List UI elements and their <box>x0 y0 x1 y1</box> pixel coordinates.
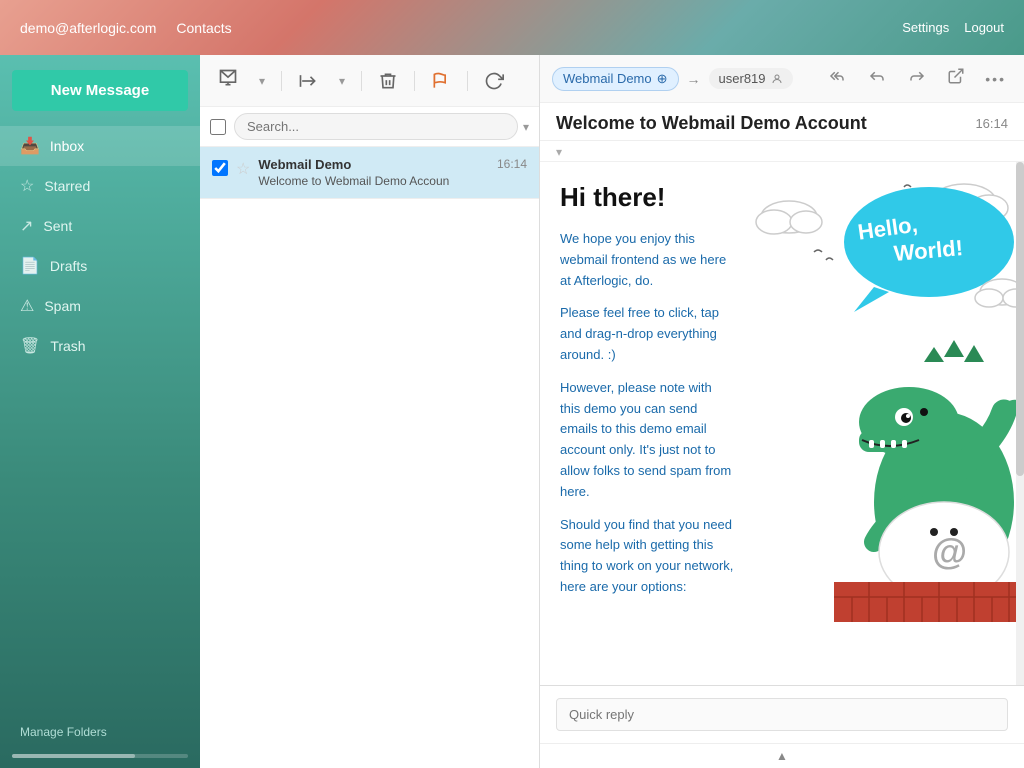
add-contact-icon[interactable]: ⊕ <box>657 71 668 87</box>
sidebar-item-trash[interactable]: 🗑 Trash <box>0 326 200 366</box>
expand-details-button[interactable]: ▾ <box>556 145 562 159</box>
open-external-button[interactable] <box>941 63 971 94</box>
drafts-label: Drafts <box>50 258 87 274</box>
toolbar-sep-1 <box>281 71 282 91</box>
manage-folders-link[interactable]: Manage Folders <box>0 710 200 754</box>
sidebar-item-sent[interactable]: ↗ Sent <box>0 206 200 246</box>
toolbar-sep-2 <box>361 71 362 91</box>
drafts-icon: 📄 <box>20 256 40 276</box>
viewer-time: 16:14 <box>975 116 1008 131</box>
sidebar-scrollbar-thumb <box>12 754 135 758</box>
trash-label: Trash <box>50 338 85 354</box>
inbox-icon: 📥 <box>20 136 40 156</box>
forward-button[interactable] <box>901 63 933 94</box>
trash-icon: 🗑 <box>20 336 40 356</box>
email-time: 16:14 <box>497 157 527 171</box>
email-toolbar: ▾ ▾ <box>200 55 539 107</box>
email-item[interactable]: ☆ Webmail Demo Welcome to Webmail Demo A… <box>200 147 539 199</box>
viewer-scrollbar[interactable] <box>1016 162 1024 685</box>
viewer-scrollbar-thumb <box>1016 162 1024 476</box>
sidebar-item-spam[interactable]: ⚠ Spam <box>0 286 200 326</box>
search-input[interactable] <box>234 113 518 140</box>
viewer-subject-row: Welcome to Webmail Demo Account 16:14 <box>540 103 1024 141</box>
illustration-svg: Hello, World! <box>754 162 1024 622</box>
viewer-to-chip[interactable]: user819 <box>709 68 793 89</box>
search-row: ▾ <box>200 107 539 147</box>
move-dropdown[interactable]: ▾ <box>331 69 353 93</box>
starred-label: Starred <box>44 178 90 194</box>
sidebar: New Message 📥 Inbox ☆ Starred ↗ Sent 📄 D… <box>0 55 200 768</box>
viewer-from-chip[interactable]: Webmail Demo ⊕ <box>552 67 679 91</box>
email-text-col: Hi there! We hope you enjoy this webmail… <box>540 162 754 630</box>
sent-label: Sent <box>43 218 72 234</box>
spam-label: Spam <box>44 298 81 314</box>
toolbar-sep-3 <box>414 71 415 91</box>
get-mail-icon <box>218 68 238 93</box>
svg-text:@: @ <box>932 531 967 572</box>
scroll-down-button[interactable]: ▲ <box>540 743 1024 768</box>
email-sender: Webmail Demo <box>258 157 489 172</box>
new-message-button[interactable]: New Message <box>12 70 188 111</box>
from-label: Webmail Demo <box>563 71 652 86</box>
email-para-4: Should you find that you need some help … <box>560 515 734 598</box>
spam-icon: ⚠ <box>20 296 34 316</box>
sidebar-item-inbox[interactable]: 📥 Inbox <box>0 126 200 166</box>
email-illustration: Hello, World! <box>754 162 1024 630</box>
email-list-panel: ▾ ▾ <box>200 55 540 768</box>
get-mail-button[interactable] <box>210 63 246 98</box>
sidebar-item-drafts[interactable]: 📄 Drafts <box>0 246 200 286</box>
reply-all-button[interactable] <box>821 63 853 94</box>
arrow-right-icon: → <box>687 71 701 87</box>
viewer-actions: ••• <box>821 63 1012 94</box>
to-label: user819 <box>719 71 766 86</box>
email-checkbox[interactable] <box>212 160 228 176</box>
sidebar-item-starred[interactable]: ☆ Starred <box>0 166 200 206</box>
header: demo@afterlogic.com Contacts Settings Lo… <box>0 0 1024 55</box>
header-email: demo@afterlogic.com <box>20 20 156 36</box>
email-viewer: Webmail Demo ⊕ → user819 <box>540 55 1024 768</box>
toolbar-sep-4 <box>467 71 468 91</box>
email-para-1: We hope you enjoy this webmail frontend … <box>560 229 734 291</box>
viewer-expand-row: ▾ <box>540 141 1024 162</box>
select-all-checkbox[interactable] <box>210 119 226 135</box>
email-para-2: Please feel free to click, tap and drag-… <box>560 303 734 365</box>
settings-link[interactable]: Settings <box>902 20 949 35</box>
email-star-icon[interactable]: ☆ <box>236 159 250 179</box>
email-subject-preview: Welcome to Webmail Demo Accoun <box>258 174 489 188</box>
delete-button[interactable] <box>370 66 406 96</box>
get-mail-dropdown[interactable]: ▾ <box>251 69 273 93</box>
person-icon <box>771 73 783 85</box>
viewer-subject: Welcome to Webmail Demo Account <box>556 113 867 134</box>
email-content: Webmail Demo Welcome to Webmail Demo Acc… <box>258 157 489 188</box>
reply-button[interactable] <box>861 63 893 94</box>
move-button[interactable] <box>290 66 326 96</box>
flag-button[interactable] <box>423 66 459 96</box>
sidebar-scrollbar[interactable] <box>12 754 188 758</box>
search-chevron-icon[interactable]: ▾ <box>523 120 529 134</box>
quick-reply-bar <box>540 685 1024 743</box>
sent-icon: ↗ <box>20 216 33 236</box>
body-heading: Hi there! <box>560 182 734 213</box>
header-left: demo@afterlogic.com Contacts <box>20 20 232 36</box>
viewer-body[interactable]: Hi there! We hope you enjoy this webmail… <box>540 162 1024 685</box>
refresh-button[interactable] <box>476 66 512 96</box>
star-icon: ☆ <box>20 176 34 196</box>
email-para-3: However, please note with this demo you … <box>560 378 734 503</box>
more-icon: ••• <box>985 71 1006 87</box>
quick-reply-input[interactable] <box>556 698 1008 731</box>
email-body-content: Hi there! We hope you enjoy this webmail… <box>540 162 1024 630</box>
viewer-toolbar: Webmail Demo ⊕ → user819 <box>540 55 1024 103</box>
header-right: Settings Logout <box>902 20 1004 35</box>
logout-link[interactable]: Logout <box>964 20 1004 35</box>
more-actions-button[interactable]: ••• <box>979 64 1012 93</box>
main-layout: New Message 📥 Inbox ☆ Starred ↗ Sent 📄 D… <box>0 55 1024 768</box>
inbox-label: Inbox <box>50 138 84 154</box>
contacts-link[interactable]: Contacts <box>176 20 231 36</box>
